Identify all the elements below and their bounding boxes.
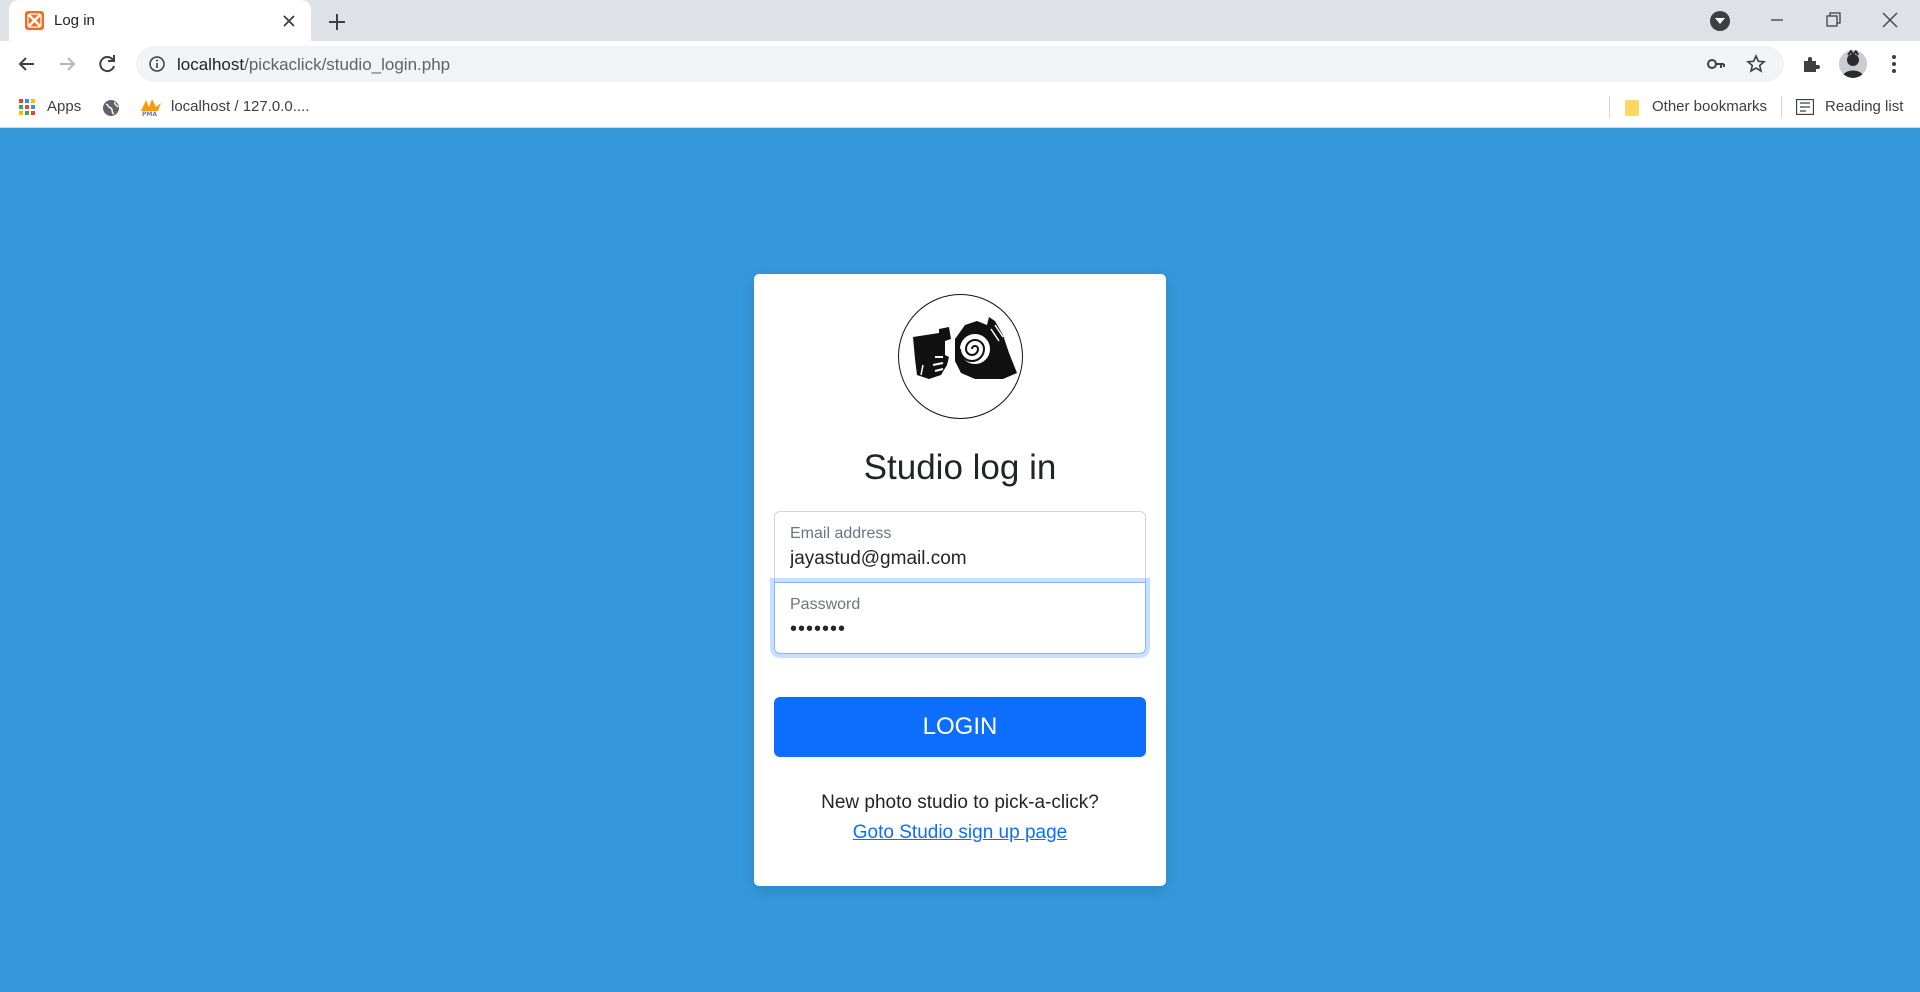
email-input[interactable]	[790, 548, 1130, 570]
bookmark-apps[interactable]: Apps	[19, 96, 87, 118]
password-field[interactable]: Password •••••••	[774, 582, 1146, 654]
bookmark-other-label: Other bookmarks	[1652, 98, 1768, 115]
url-path: /pickaclick/studio_login.php	[244, 55, 451, 74]
star-icon[interactable]	[1746, 54, 1766, 74]
profile-dropdown-icon[interactable]	[1710, 11, 1730, 31]
camera-hands-logo	[898, 294, 1023, 419]
puzzle-icon[interactable]	[1800, 53, 1822, 75]
profile-avatar[interactable]	[1839, 50, 1867, 78]
page-title: Studio log in	[863, 448, 1057, 487]
restore-icon[interactable]	[1821, 8, 1845, 32]
close-icon[interactable]	[280, 12, 298, 30]
bookmark-apps-label: Apps	[47, 98, 82, 115]
xampp-favicon-icon	[25, 11, 44, 30]
browser-tab[interactable]: Log in	[9, 0, 311, 41]
minimize-icon[interactable]	[1765, 8, 1789, 32]
bookmark-separator	[1609, 96, 1610, 118]
browser-toolbar: localhost/pickaclick/studio_login.php	[0, 41, 1920, 87]
phpmyadmin-icon: PMA	[140, 97, 162, 121]
key-icon[interactable]	[1706, 55, 1726, 73]
bookmarks-bar: Apps PMA localhost / 127.0.0.... Other b…	[0, 87, 1920, 128]
bookmark-other[interactable]: Other bookmarks	[1624, 96, 1769, 118]
reading-list-label: Reading list	[1825, 98, 1904, 115]
globe-icon[interactable]	[102, 99, 120, 122]
reload-icon[interactable]	[94, 51, 120, 77]
svg-text:PMA: PMA	[142, 111, 157, 117]
plus-icon[interactable]	[326, 11, 348, 33]
signup-link[interactable]: Goto Studio sign up page	[754, 822, 1166, 844]
forward-arrow-icon[interactable]	[54, 51, 80, 77]
folder-icon	[1624, 99, 1640, 121]
browser-titlebar: Log in	[0, 0, 1920, 41]
tab-title: Log in	[54, 12, 95, 29]
reading-list-button[interactable]: Reading list	[1795, 96, 1906, 119]
password-input[interactable]: •••••••	[790, 618, 1130, 641]
url-host: localhost	[177, 55, 245, 74]
address-bar[interactable]: localhost/pickaclick/studio_login.php	[136, 46, 1784, 82]
bookmark-separator	[1781, 96, 1782, 118]
info-icon[interactable]	[148, 55, 166, 73]
kebab-menu-icon[interactable]	[1884, 53, 1904, 75]
email-field[interactable]: Email address	[774, 511, 1146, 583]
bookmark-phpmyadmin-label: localhost / 127.0.0....	[171, 98, 310, 115]
reading-list-icon	[1795, 98, 1815, 119]
apps-grid-icon	[19, 99, 35, 119]
back-arrow-icon[interactable]	[14, 51, 40, 77]
login-card: Studio log in Email address Password •••…	[754, 274, 1166, 886]
url-text[interactable]: localhost/pickaclick/studio_login.php	[177, 55, 450, 75]
email-label: Email address	[790, 525, 892, 542]
login-button[interactable]: LOGIN	[774, 697, 1146, 757]
window-close-icon[interactable]	[1878, 8, 1902, 32]
password-label: Password	[790, 596, 861, 613]
signup-prompt: New photo studio to pick-a-click?	[821, 792, 1099, 813]
bookmark-phpmyadmin[interactable]: PMA localhost / 127.0.0....	[140, 96, 315, 118]
